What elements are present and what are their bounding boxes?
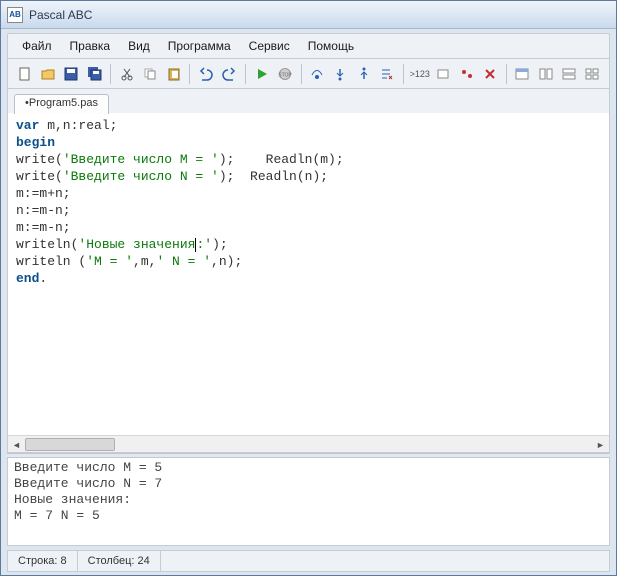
status-col-value: 24 <box>138 555 150 567</box>
code-text: . <box>39 271 47 286</box>
output-line: M = 7 N = 5 <box>14 508 100 523</box>
scroll-left-icon[interactable]: ◄ <box>8 436 25 453</box>
horizontal-scrollbar[interactable]: ◄ ► <box>8 435 609 452</box>
stop-icon[interactable]: STOP <box>274 63 295 85</box>
status-line-label: Строка: <box>18 555 57 567</box>
clear-breakpoints-icon[interactable] <box>479 63 500 85</box>
paste-icon[interactable] <box>163 63 184 85</box>
status-col-label: Столбец: <box>88 555 135 567</box>
code-string: 'Введите число M = ' <box>63 152 219 167</box>
code-text: ,m, <box>133 254 156 269</box>
code-text: ,n); <box>211 254 242 269</box>
tab-program5[interactable]: •Program5.pas <box>14 94 109 114</box>
code-keyword: var <box>16 118 39 133</box>
titlebar: AB Pascal ABC <box>1 1 616 29</box>
cut-icon[interactable] <box>116 63 137 85</box>
toolbar-separator <box>189 64 190 84</box>
output-line: Введите число M = 5 <box>14 460 162 475</box>
menu-program[interactable]: Программа <box>160 37 239 55</box>
output-panel[interactable]: Введите число M = 5 Введите число N = 7 … <box>7 458 610 546</box>
code-text: n:=m-n; <box>16 203 71 218</box>
code-text: ); <box>212 237 228 252</box>
toolbar-separator <box>506 64 507 84</box>
output-line: Новые значения: <box>14 492 131 507</box>
undo-icon[interactable] <box>195 63 216 85</box>
breakpoint-toggle-icon[interactable] <box>433 63 454 85</box>
code-text: write( <box>16 169 63 184</box>
code-text: writeln( <box>16 237 78 252</box>
code-text: write( <box>16 152 63 167</box>
watch-icon[interactable]: >123 <box>409 63 431 85</box>
tab-strip: •Program5.pas <box>7 89 610 113</box>
code-keyword: end <box>16 271 39 286</box>
code-string: 'M = ' <box>86 254 133 269</box>
new-file-icon[interactable] <box>14 63 35 85</box>
step-over-icon[interactable] <box>306 63 327 85</box>
code-editor[interactable]: var m,n:real; begin write('Введите число… <box>8 113 609 435</box>
app-icon: AB <box>7 7 23 23</box>
scroll-thumb[interactable] <box>25 438 115 451</box>
code-text: ); Readln(n); <box>219 169 328 184</box>
output-line: Введите число N = 7 <box>14 476 162 491</box>
redo-icon[interactable] <box>219 63 240 85</box>
code-text: m:=m-n; <box>16 220 71 235</box>
toolbar-separator <box>301 64 302 84</box>
code-keyword: begin <box>16 135 55 150</box>
svg-text:STOP: STOP <box>278 72 292 78</box>
code-text: m:=m+n; <box>16 186 71 201</box>
statusbar: Строка: 8 Столбец: 24 <box>7 550 610 572</box>
window4-icon[interactable] <box>582 63 603 85</box>
breakpoint-list-icon[interactable] <box>456 63 477 85</box>
toolbar-separator <box>245 64 246 84</box>
code-string: 'Новые значения <box>78 237 195 252</box>
scroll-right-icon[interactable]: ► <box>592 436 609 453</box>
menubar: Файл Правка Вид Программа Сервис Помощь <box>7 33 610 59</box>
menu-view[interactable]: Вид <box>120 37 158 55</box>
window3-icon[interactable] <box>558 63 579 85</box>
code-text: m,n:real; <box>39 118 117 133</box>
menu-file[interactable]: Файл <box>14 37 60 55</box>
window1-icon[interactable] <box>512 63 533 85</box>
window2-icon[interactable] <box>535 63 556 85</box>
toolbar: STOP >123 <box>7 59 610 89</box>
status-line: Строка: 8 <box>8 551 78 571</box>
save-all-icon[interactable] <box>84 63 105 85</box>
code-string: ' N = ' <box>156 254 211 269</box>
code-text: writeln ( <box>16 254 86 269</box>
step-into-icon[interactable] <box>330 63 351 85</box>
editor-panel: var m,n:real; begin write('Введите число… <box>7 113 610 453</box>
code-text: ); Readln(m); <box>219 152 344 167</box>
code-string: :' <box>196 237 212 252</box>
open-file-icon[interactable] <box>37 63 58 85</box>
menu-edit[interactable]: Правка <box>62 37 119 55</box>
code-string: 'Введите число N = ' <box>63 169 219 184</box>
status-line-value: 8 <box>61 555 67 567</box>
copy-icon[interactable] <box>140 63 161 85</box>
save-icon[interactable] <box>61 63 82 85</box>
toolbar-separator <box>403 64 404 84</box>
run-to-cursor-icon[interactable] <box>376 63 397 85</box>
window-title: Pascal ABC <box>29 8 92 22</box>
status-column: Столбец: 24 <box>78 551 161 571</box>
step-out-icon[interactable] <box>353 63 374 85</box>
menu-service[interactable]: Сервис <box>241 37 298 55</box>
run-icon[interactable] <box>251 63 272 85</box>
toolbar-separator <box>110 64 111 84</box>
menu-help[interactable]: Помощь <box>300 37 362 55</box>
